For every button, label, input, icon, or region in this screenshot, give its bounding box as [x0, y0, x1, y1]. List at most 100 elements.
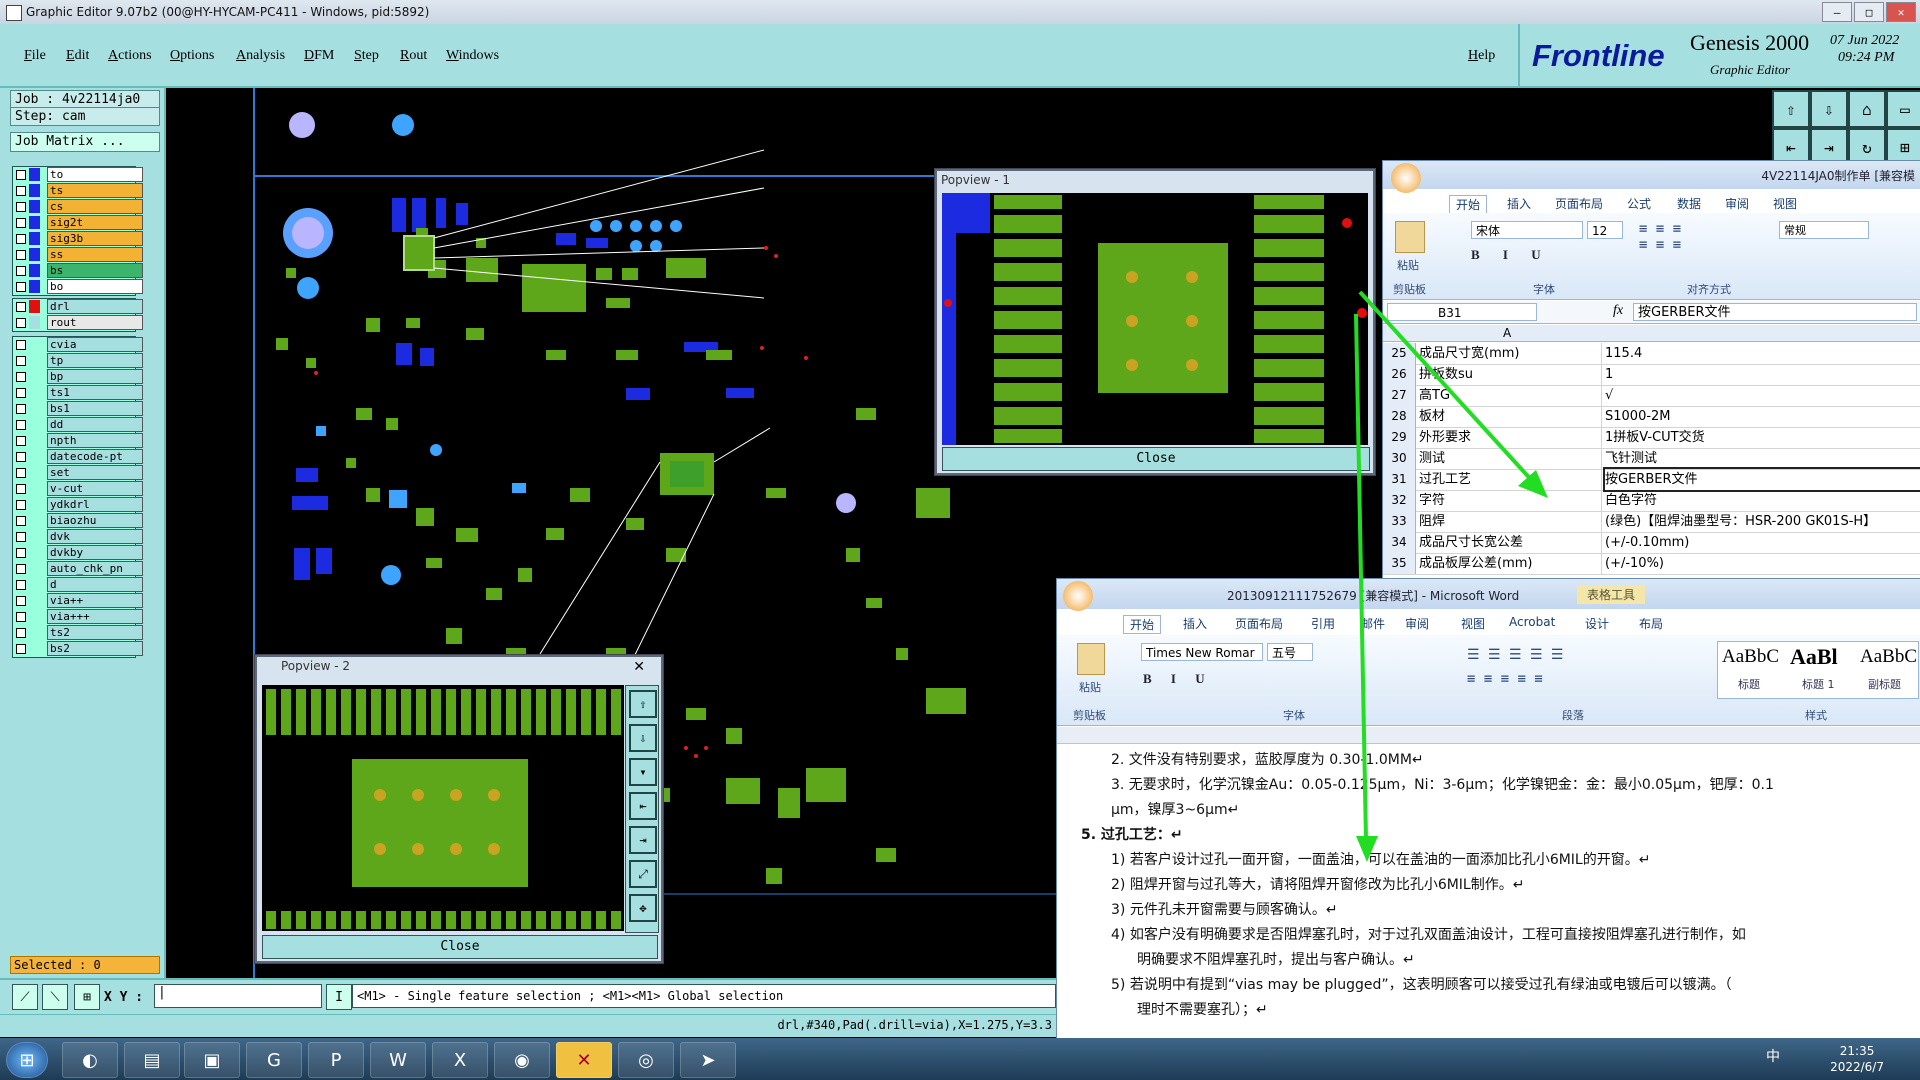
maximize-button[interactable]: □ [1854, 2, 1884, 22]
taskbar-feiq-icon[interactable]: ➤ [680, 1042, 736, 1078]
style-sample-heading1[interactable]: AaBl [1790, 644, 1838, 670]
layer-row[interactable]: bs [13, 263, 143, 279]
document-line[interactable]: 理时不需要塞孔）；↵ [1137, 999, 1268, 1019]
layer-name[interactable]: bs2 [47, 641, 143, 656]
word-tab[interactable]: 邮件 [1361, 615, 1385, 632]
layer-color-swatch[interactable] [29, 168, 40, 181]
layer-row[interactable]: ss [13, 247, 143, 263]
cell-b[interactable]: 按GERBER文件 [1603, 467, 1920, 492]
row-number[interactable]: 30 [1383, 448, 1416, 469]
excel-tab-insert[interactable]: 插入 [1507, 195, 1531, 212]
cell-a[interactable]: 过孔工艺 [1419, 469, 1602, 490]
word-window[interactable]: 20130912111752679 [兼容模式] - Microsoft Wor… [1056, 578, 1920, 1040]
layer-name[interactable]: via++ [47, 593, 143, 608]
styles-gallery[interactable]: AaBbC 标题 AaBl 标题 1 AaBbC 副标题 [1717, 641, 1919, 699]
document-body[interactable]: 2. 文件没有特别要求，蓝胶厚度为 0.30-1.0MM↵ 3. 无要求时，化学沉… [1081, 745, 1920, 1037]
layer-checkbox[interactable] [16, 266, 26, 276]
menu-windows[interactable]: Windows [446, 48, 499, 64]
sheet-row[interactable]: 32 字符 白色字符 [1383, 490, 1920, 512]
layer-checkbox[interactable] [16, 564, 26, 574]
layer-checkbox[interactable] [16, 302, 26, 312]
taskbar-app-red-icon[interactable]: G [246, 1042, 302, 1078]
cell-b[interactable]: 115.4 [1605, 343, 1920, 364]
layer-checkbox[interactable] [16, 186, 26, 196]
document-line[interactable]: 3) 元件孔未开窗需要与顾客确认。↵ [1111, 899, 1338, 919]
home-icon[interactable]: ⌂ [1848, 90, 1886, 128]
layer-row[interactable]: ts [13, 183, 143, 199]
layer-checkbox[interactable] [16, 250, 26, 260]
row-number[interactable]: 35 [1383, 553, 1416, 574]
format-buttons[interactable]: B I U [1143, 671, 1213, 687]
layer-row[interactable]: bp [13, 369, 143, 385]
layer-row[interactable]: bo [13, 279, 143, 295]
xy-input[interactable]: | [154, 984, 322, 1008]
menu-analysis[interactable]: Analysis [236, 48, 285, 64]
sheet-row[interactable]: 34 成品尺寸长宽公差 (+/-0.10mm) [1383, 532, 1920, 554]
font-name-box[interactable]: Times New Romar [1141, 643, 1263, 661]
row-number[interactable]: 28 [1383, 406, 1416, 427]
grid-icon[interactable]: ⊞ [74, 984, 100, 1010]
row-number[interactable]: 25 [1383, 343, 1416, 364]
sheet-row[interactable]: 30 测试 飞针测试 [1383, 448, 1920, 470]
layer-color-swatch[interactable] [29, 232, 40, 245]
layer-checkbox[interactable] [16, 532, 26, 542]
style-sample-title[interactable]: AaBbC [1722, 646, 1779, 668]
layer-row[interactable]: sig3b [13, 231, 143, 247]
layer-checkbox[interactable] [16, 468, 26, 478]
popview-2-x-icon[interactable]: ✕ [633, 659, 645, 676]
layer-row[interactable]: to [13, 167, 143, 183]
layer-name[interactable]: sig3b [47, 231, 143, 246]
office-button[interactable] [1063, 581, 1093, 611]
word-tab[interactable]: 开始 [1123, 615, 1162, 634]
taskbar-app-green-icon[interactable]: P [308, 1042, 364, 1078]
cell-b[interactable]: 飞针测试 [1605, 448, 1920, 469]
layer-row[interactable]: tp [13, 353, 143, 369]
layer-name[interactable]: datecode-pt [47, 449, 143, 464]
cell-b[interactable]: S1000-2M [1605, 406, 1920, 427]
pan-down-icon[interactable]: ▾ [629, 758, 657, 786]
layer-checkbox[interactable] [16, 170, 26, 180]
layer-row[interactable]: dvkby [13, 545, 143, 561]
menu-options[interactable]: Options [170, 48, 214, 64]
zoom-out-icon[interactable]: ⇩ [629, 724, 657, 752]
word-tab[interactable]: 设计 [1585, 615, 1609, 632]
layer-name[interactable]: dd [47, 417, 143, 432]
formula-input[interactable]: 按GERBER文件 [1633, 303, 1917, 321]
cell-a[interactable]: 拼板数su [1419, 364, 1602, 385]
document-line[interactable]: 1) 若客户设计过孔一面开窗，一面盖油，可以在盖油的一面添加比孔小6MIL的开窗… [1111, 849, 1650, 869]
layer-color-swatch[interactable] [29, 316, 40, 329]
layer-checkbox[interactable] [16, 340, 26, 350]
layer-name[interactable]: npth [47, 433, 143, 448]
fit-icon[interactable]: ▭ [1886, 90, 1920, 128]
layer-checkbox[interactable] [16, 436, 26, 446]
sheet-row[interactable]: 29 外形要求 1拼板V-CUT交货 [1383, 427, 1920, 449]
row-number[interactable]: 26 [1383, 364, 1416, 385]
cursor-icon[interactable]: I [326, 984, 352, 1010]
layer-name[interactable]: drl [47, 299, 143, 314]
paste-icon[interactable] [1077, 643, 1105, 675]
menu-actions[interactable]: Actions [108, 48, 152, 64]
font-name-box[interactable]: 宋体 [1471, 221, 1583, 239]
menu-dfm[interactable]: DFM [304, 48, 334, 64]
taskbar-excel-icon[interactable]: X [432, 1042, 488, 1078]
layer-row[interactable]: ydkdrl [13, 497, 143, 513]
document-line[interactable]: 明确要求不阻焊塞孔时，提出与客户确认。↵ [1137, 949, 1415, 969]
layer-row[interactable]: ts1 [13, 385, 143, 401]
column-a-header[interactable]: A [1503, 326, 1511, 340]
layer-name[interactable]: sig2t [47, 215, 143, 230]
layer-name[interactable]: cvia [47, 337, 143, 352]
job-matrix-button[interactable]: Job Matrix ... [10, 132, 160, 152]
layer-row[interactable]: cs [13, 199, 143, 215]
word-tab[interactable]: Acrobat [1509, 615, 1555, 629]
row-number[interactable]: 33 [1383, 511, 1416, 532]
layer-name[interactable]: bs1 [47, 401, 143, 416]
cell-a[interactable]: 板材 [1419, 406, 1602, 427]
layer-row[interactable]: via+++ [13, 609, 143, 625]
excel-tab-layout[interactable]: 页面布局 [1555, 195, 1603, 212]
paste-icon[interactable] [1395, 221, 1425, 253]
fit-icon[interactable]: ⤢ [629, 860, 657, 888]
cell-a[interactable]: 成品尺寸宽(mm) [1419, 343, 1602, 364]
layer-checkbox[interactable] [16, 628, 26, 638]
layer-color-swatch[interactable] [29, 184, 40, 197]
excel-window[interactable]: 4V22114JA0制作单 [兼容模 开始 插入 页面布局 公式 数据 审阅 视… [1382, 160, 1920, 580]
